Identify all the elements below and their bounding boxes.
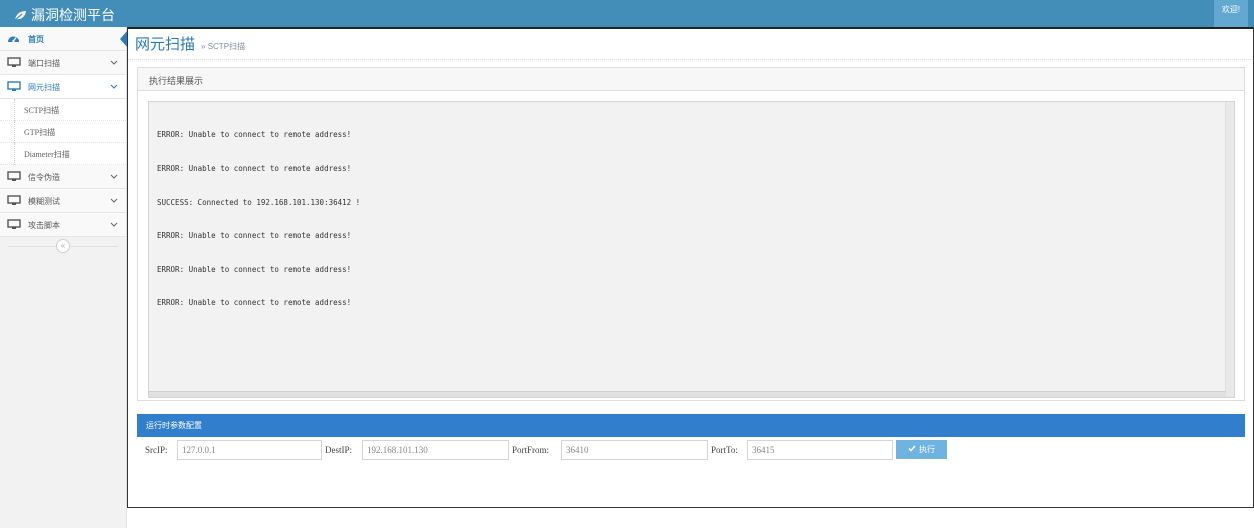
check-icon (908, 445, 916, 454)
result-output-area[interactable]: ERROR: Unable to connect to remote addre… (148, 101, 1235, 398)
chevron-down-icon (110, 196, 118, 206)
desktop-icon (7, 57, 21, 70)
dest-ip-label: DestIP: (325, 445, 352, 455)
main-content: 网元扫描 » SCTP扫描 执行结果展示 ERROR: Unable to co… (127, 27, 1254, 508)
welcome-user-menu[interactable]: 欢迎! (1214, 0, 1248, 27)
output-line: ERROR: Unable to connect to remote addre… (157, 231, 352, 241)
port-from-input[interactable]: 36410 (561, 440, 708, 460)
chevron-down-icon (110, 172, 118, 182)
horizontal-scrollbar[interactable] (149, 391, 1226, 397)
result-widget-title: 执行结果展示 (149, 76, 204, 86)
chevron-down-icon (110, 82, 118, 92)
divider (128, 59, 1253, 60)
sidebar-item-port-scan[interactable]: 端口扫描 (0, 51, 126, 75)
tree-line (14, 143, 15, 165)
page-subtitle: » SCTP扫描 (201, 42, 246, 51)
sidebar-item-ne-scan[interactable]: 网元扫描 (0, 75, 126, 99)
sidebar-subitem-sctp-scan[interactable]: SCTP扫描 (0, 99, 126, 121)
sidebar-item-home[interactable]: 首页 (0, 27, 128, 51)
config-widget-title: 运行时参数配置 (146, 421, 202, 430)
config-widget-header: 运行时参数配置 (137, 414, 1245, 437)
sidebar-subitem-label: SCTP扫描 (24, 106, 60, 115)
sidebar-item-label: 首页 (28, 35, 44, 44)
port-to-input[interactable]: 36415 (747, 440, 893, 460)
chevron-down-icon (110, 220, 118, 230)
sidebar-item-fuzz-test[interactable]: 模糊测试 (0, 189, 126, 213)
sidebar-subitem-diameter-scan[interactable]: Diameter扫描 (0, 143, 126, 165)
sidebar: 首页 端口扫描 网元扫描 SCTP扫描 GTP扫描 Diameter扫描 信令伪… (0, 27, 128, 528)
page-title: 网元扫描 (135, 36, 196, 53)
output-line: ERROR: Unable to connect to remote addre… (157, 164, 352, 174)
brand[interactable]: 漏洞检测平台 (14, 5, 115, 25)
sidebar-item-label: 信令伪造 (28, 173, 60, 182)
sidebar-item-label: 网元扫描 (28, 83, 60, 92)
port-to-label: PortTo: (711, 445, 738, 455)
result-widget: 执行结果展示 ERROR: Unable to connect to remot… (137, 67, 1245, 401)
chevron-down-icon (110, 58, 118, 68)
output-line: ERROR: Unable to connect to remote addre… (157, 130, 352, 140)
output-line: ERROR: Unable to connect to remote addre… (157, 264, 352, 274)
tree-line (14, 121, 15, 143)
src-ip-input[interactable]: 127.0.0.1 (177, 440, 322, 460)
result-output-lines: ERROR: Unable to connect to remote addre… (157, 107, 360, 331)
config-form: SrcIP: 127.0.0.1 DestIP: 192.168.101.130… (137, 439, 1245, 461)
output-line: ERROR: Unable to connect to remote addre… (157, 298, 352, 308)
desktop-icon (7, 81, 21, 94)
top-navbar: 漏洞检测平台 欢迎! (0, 0, 1254, 27)
sidebar-subitem-label: GTP扫描 (24, 128, 56, 137)
vertical-scrollbar[interactable] (1225, 102, 1234, 397)
desktop-icon (7, 219, 21, 232)
sidebar-item-signaling-forgery[interactable]: 信令伪造 (0, 165, 126, 189)
src-ip-label: SrcIP: (145, 445, 168, 455)
desktop-icon (7, 171, 21, 184)
app-title: 漏洞检测平台 (31, 7, 115, 23)
dashboard-icon (7, 33, 20, 46)
sidebar-item-label: 攻击脚本 (28, 221, 60, 230)
sidebar-item-label: 模糊测试 (28, 197, 60, 206)
sidebar-item-label: 端口扫描 (28, 59, 60, 68)
output-line: SUCCESS: Connected to 192.168.101.130:36… (157, 197, 361, 207)
sidebar-subitem-label: Diameter扫描 (24, 150, 70, 159)
desktop-icon (7, 195, 21, 208)
sidebar-collapse-bar: « (0, 238, 126, 254)
leaf-icon (14, 10, 27, 21)
page-header: 网元扫描 » SCTP扫描 (135, 33, 245, 57)
collapse-sidebar-button[interactable]: « (56, 239, 70, 253)
execute-button-label: 执行 (919, 445, 935, 454)
sidebar-item-attack-scripts[interactable]: 攻击脚本 (0, 213, 126, 237)
dest-ip-input[interactable]: 192.168.101.130 (362, 440, 509, 460)
execute-button[interactable]: 执行 (896, 440, 947, 459)
sidebar-subitem-gtp-scan[interactable]: GTP扫描 (0, 121, 126, 143)
port-from-label: PortFrom: (512, 445, 550, 455)
result-widget-header: 执行结果展示 (138, 68, 1244, 91)
tree-line (14, 99, 15, 121)
